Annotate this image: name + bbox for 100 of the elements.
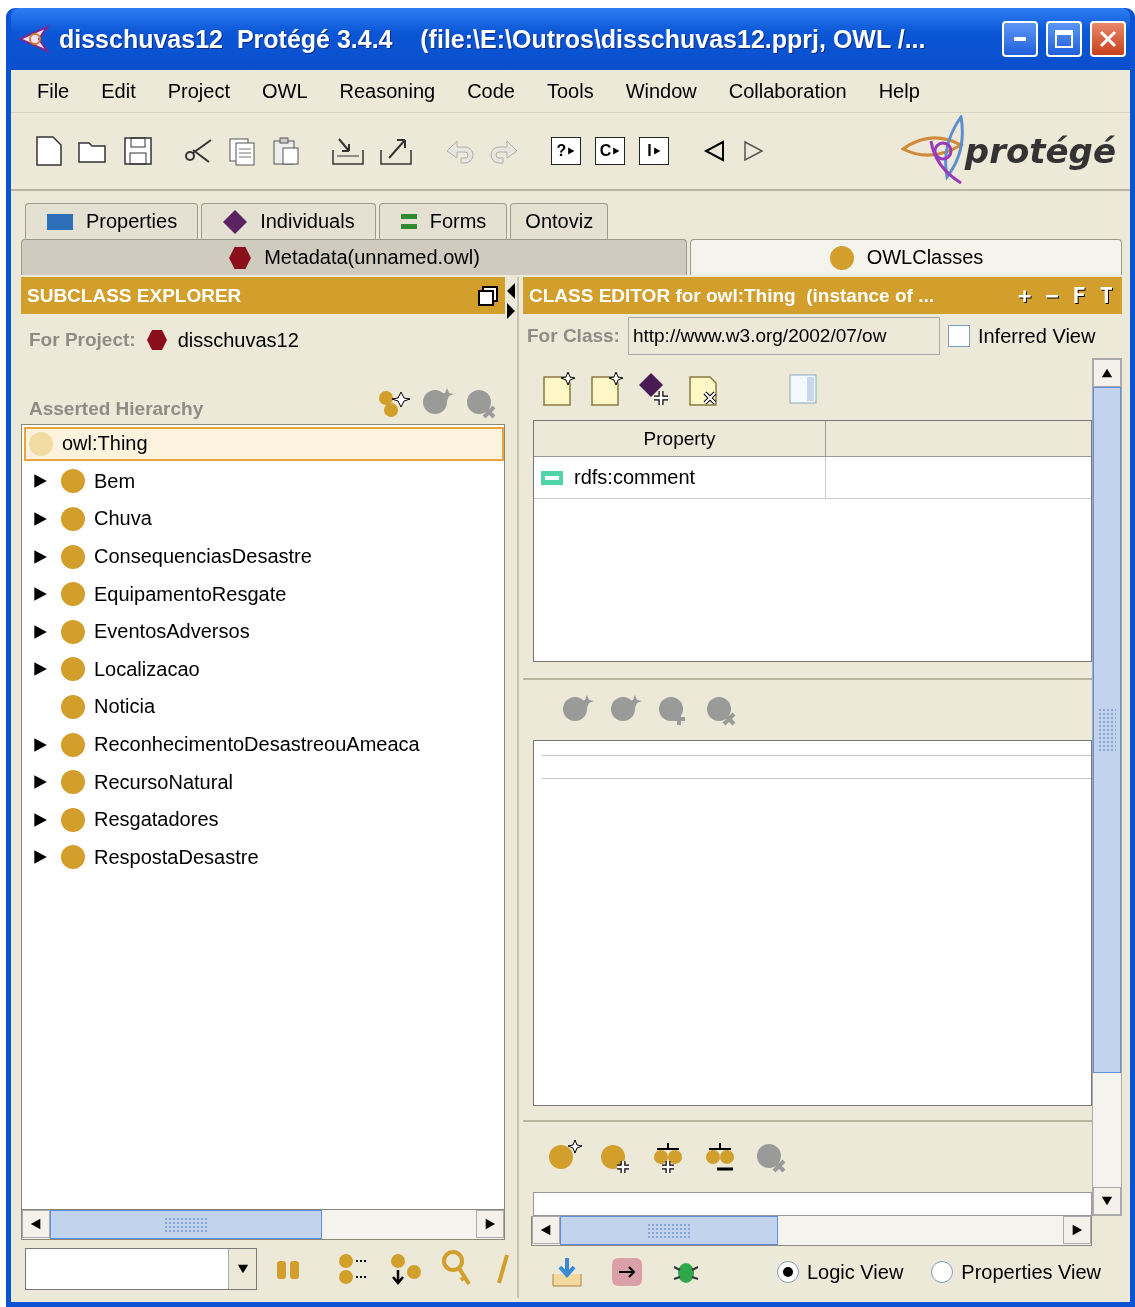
horizontal-scrollbar[interactable]: [531, 1216, 1092, 1246]
property-icon: [540, 469, 564, 486]
expand-icon: [32, 736, 48, 753]
class-icon: [60, 844, 86, 871]
export-icon: [379, 136, 413, 166]
tree-item[interactable]: ReconhecimentoDesastreouAmeaca: [56, 727, 426, 762]
scroll-left-button[interactable]: [22, 1210, 50, 1238]
checkbox-label: Inferred View: [977, 324, 1096, 348]
note-star-icon: [541, 371, 575, 407]
radio-label: Logic View: [807, 1260, 904, 1284]
scroll-up-button[interactable]: [1093, 359, 1121, 387]
navigate-button[interactable]: [611, 1257, 643, 1287]
class-icon: [60, 581, 86, 608]
scroll-thumb[interactable]: [560, 1216, 778, 1245]
tab[interactable]: Forms: [378, 203, 508, 239]
menu-item[interactable]: Collaboration: [712, 70, 863, 112]
horizontal-scrollbar[interactable]: [21, 1210, 505, 1240]
create-property-button[interactable]: [541, 371, 575, 407]
field-label: For Project:: [29, 329, 136, 351]
import-button[interactable]: [331, 136, 365, 166]
tree-item[interactable]: Localizacao: [56, 652, 206, 687]
menu-item[interactable]: OWL: [245, 70, 324, 112]
menu-item[interactable]: Code: [451, 70, 531, 112]
tree-item[interactable]: RecursoNatural: [56, 765, 239, 800]
menu-item[interactable]: Project: [151, 70, 246, 112]
copy-button[interactable]: [227, 136, 257, 166]
cut-button[interactable]: [183, 136, 213, 166]
query-button[interactable]: I: [639, 137, 669, 165]
menu-item[interactable]: Help: [862, 70, 936, 112]
columns-icon: [789, 374, 817, 404]
restore-icon: [477, 284, 499, 307]
maximize-button[interactable]: [1046, 21, 1082, 57]
tab[interactable]: Metadata(unnamed.owl): [21, 239, 688, 275]
property-tab-icon: [46, 212, 74, 231]
tab[interactable]: OWLClasses: [690, 239, 1122, 275]
back-button[interactable]: [703, 139, 727, 163]
close-button[interactable]: [1090, 21, 1126, 57]
menu-item[interactable]: Window: [609, 70, 713, 112]
expand-icon: [32, 511, 48, 527]
section-label: Asserted Hierarchy: [29, 398, 205, 420]
menu-item[interactable]: Reasoning: [323, 70, 452, 112]
play-icon: [567, 147, 576, 155]
import-icon: [331, 136, 365, 166]
tree-item[interactable]: ConsequenciasDesastre: [56, 539, 318, 574]
class-icon: [60, 731, 86, 758]
scroll-left-button[interactable]: [532, 1216, 560, 1244]
tree-item[interactable]: EquipamentoResgate: [56, 577, 293, 612]
forward-button[interactable]: [741, 139, 765, 163]
class-list-icon: [337, 1252, 369, 1286]
search-combo[interactable]: [25, 1248, 257, 1290]
radio-button[interactable]: [777, 1261, 799, 1283]
tree-item[interactable]: RespostaDesastre: [56, 840, 265, 875]
query-button[interactable]: C: [595, 137, 625, 165]
export-button[interactable]: [379, 136, 413, 166]
hexagon-icon: [228, 245, 253, 270]
menu-item[interactable]: File: [21, 70, 86, 112]
expand-icon: [32, 774, 48, 791]
tree-item[interactable]: Chuva: [56, 502, 158, 536]
class-icon: [60, 468, 86, 495]
vertical-scrollbar[interactable]: [1092, 358, 1122, 1216]
create-datatype-button[interactable]: [589, 371, 623, 407]
play-icon: [652, 147, 661, 155]
diamond-icon: [222, 208, 249, 235]
scroll-thumb[interactable]: [50, 1210, 322, 1239]
save-button[interactable]: [123, 136, 153, 166]
tree-item[interactable]: owl:Thing: [24, 426, 504, 461]
restore-button[interactable]: [477, 284, 499, 307]
expand-icon: [32, 623, 48, 640]
tab[interactable]: Individuals: [201, 203, 376, 239]
checkbox[interactable]: [947, 325, 970, 347]
dropdown-icon: [236, 1263, 249, 1275]
new-file-button[interactable]: [35, 135, 63, 167]
up-arrow-icon: [1101, 367, 1113, 379]
query-button[interactable]: ?: [551, 137, 581, 165]
paste-button[interactable]: [271, 136, 301, 166]
scroll-thumb[interactable]: [1093, 387, 1121, 1073]
dropdown-button[interactable]: [228, 1249, 256, 1289]
tree-item[interactable]: Bem: [56, 464, 142, 499]
minimize-button[interactable]: [1002, 21, 1038, 57]
tab[interactable]: Properties: [25, 203, 199, 239]
tree-item[interactable]: Noticia: [56, 689, 162, 724]
menu-item[interactable]: Tools: [530, 70, 610, 112]
tree-item[interactable]: Resgatadores: [56, 802, 225, 837]
left-arrow-icon: [540, 1224, 552, 1236]
list-button[interactable]: [337, 1252, 369, 1286]
scroll-down-button[interactable]: [1093, 1187, 1121, 1215]
new-file-icon: [35, 135, 63, 167]
down-arrow-icon: [1101, 1195, 1113, 1207]
class-icon: [828, 244, 855, 271]
radio-label: Properties View: [961, 1260, 1102, 1284]
scroll-right-button[interactable]: [1063, 1216, 1091, 1244]
class-icon: [60, 769, 86, 796]
expand-icon: [32, 849, 48, 866]
radio-button[interactable]: [931, 1261, 954, 1283]
scroll-right-button[interactable]: [476, 1210, 504, 1238]
class-uri-field[interactable]: http://www.w3.org/2002/07/ow: [627, 317, 940, 355]
tab[interactable]: Ontoviz: [510, 203, 609, 239]
menu-item[interactable]: Edit: [85, 70, 152, 112]
expand-icon: [32, 811, 48, 828]
tree-item[interactable]: EventosAdversos: [56, 614, 256, 649]
